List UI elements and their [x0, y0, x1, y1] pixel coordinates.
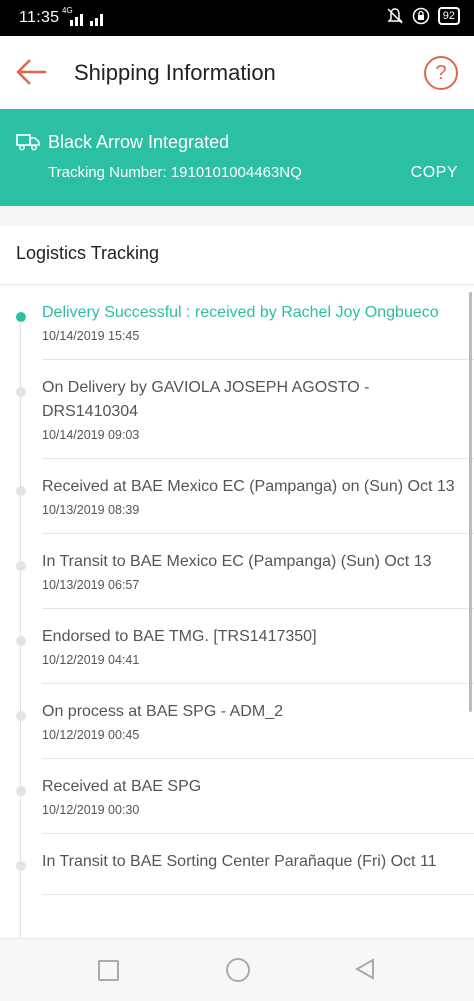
timeline-dot	[16, 786, 26, 796]
scrollbar[interactable]	[469, 292, 472, 712]
timeline-dot	[16, 486, 26, 496]
event-description: Endorsed to BAE TMG. [TRS1417350]	[42, 628, 317, 645]
help-icon[interactable]: ?	[424, 56, 458, 90]
tracking-event: On process at BAE SPG - ADM_2 10/12/2019…	[16, 684, 474, 759]
tracking-event: Received at BAE SPG 10/12/2019 00:30	[16, 759, 474, 834]
logistics-card: Logistics Tracking Delivery Successful :…	[0, 226, 474, 938]
event-time: 10/14/2019 15:45	[42, 329, 140, 343]
tracking-event: In Transit to BAE Mexico EC (Pampanga) (…	[16, 534, 474, 609]
recents-button[interactable]	[98, 960, 119, 981]
timeline-dot	[16, 561, 26, 571]
timeline-line	[20, 323, 21, 938]
event-description: Received at BAE Mexico EC (Pampanga) on …	[42, 478, 455, 495]
event-description: In Transit to BAE Sorting Center Parañaq…	[42, 853, 437, 870]
event-time: 10/12/2019 00:30	[42, 803, 140, 817]
home-button[interactable]	[226, 958, 250, 982]
app-bar: Shipping Information ?	[0, 36, 474, 109]
mute-bell-icon	[386, 8, 403, 24]
system-nav-bar	[0, 938, 474, 1001]
carrier-banner: Black Arrow Integrated Tracking Number: …	[0, 109, 474, 206]
carrier-name: Black Arrow Integrated	[48, 132, 230, 152]
logistics-title: Logistics Tracking	[16, 243, 160, 263]
event-time: 10/14/2019 09:03	[42, 428, 140, 442]
tracking-event: Delivery Successful : received by Rachel…	[16, 285, 474, 360]
back-arrow-icon[interactable]	[14, 56, 50, 88]
tracking-event: Received at BAE Mexico EC (Pampanga) on …	[16, 459, 474, 534]
rotation-lock-icon	[412, 7, 429, 25]
page-title: Shipping Information	[74, 60, 276, 85]
event-description: Delivery Successful : received by Rachel…	[42, 304, 439, 321]
truck-icon	[16, 134, 40, 151]
signal-icon	[70, 14, 103, 26]
timeline-dot	[16, 387, 26, 397]
timeline-dot	[16, 312, 26, 322]
event-time: 10/12/2019 00:45	[42, 728, 140, 742]
event-time: 10/12/2019 04:41	[42, 653, 140, 667]
tracking-timeline: Delivery Successful : received by Rachel…	[0, 285, 474, 938]
event-description: On Delivery by GAVIOLA JOSEPH AGOSTO - D…	[42, 379, 370, 420]
status-bar: 11:35 4G 92	[0, 0, 474, 36]
tracking-event: In Transit to BAE Sorting Center Parañaq…	[16, 834, 474, 895]
timeline-dot	[16, 861, 26, 871]
timeline-dot	[16, 711, 26, 721]
event-time: 10/13/2019 06:57	[42, 578, 140, 592]
copy-button[interactable]: COPY	[411, 164, 458, 182]
tracking-event: Endorsed to BAE TMG. [TRS1417350] 10/12/…	[16, 609, 474, 684]
nav-back-icon[interactable]	[355, 958, 375, 980]
tracking-event: On Delivery by GAVIOLA JOSEPH AGOSTO - D…	[16, 360, 474, 459]
status-time: 11:35	[19, 9, 60, 26]
event-time: 10/13/2019 08:39	[42, 503, 140, 517]
tracking-number: Tracking Number: 1910101004463NQ	[48, 164, 302, 181]
event-description: Received at BAE SPG	[42, 778, 202, 795]
battery-indicator: 92	[437, 7, 460, 25]
timeline-dot	[16, 636, 26, 646]
event-description: In Transit to BAE Mexico EC (Pampanga) (…	[42, 553, 432, 570]
event-description: On process at BAE SPG - ADM_2	[42, 703, 283, 720]
